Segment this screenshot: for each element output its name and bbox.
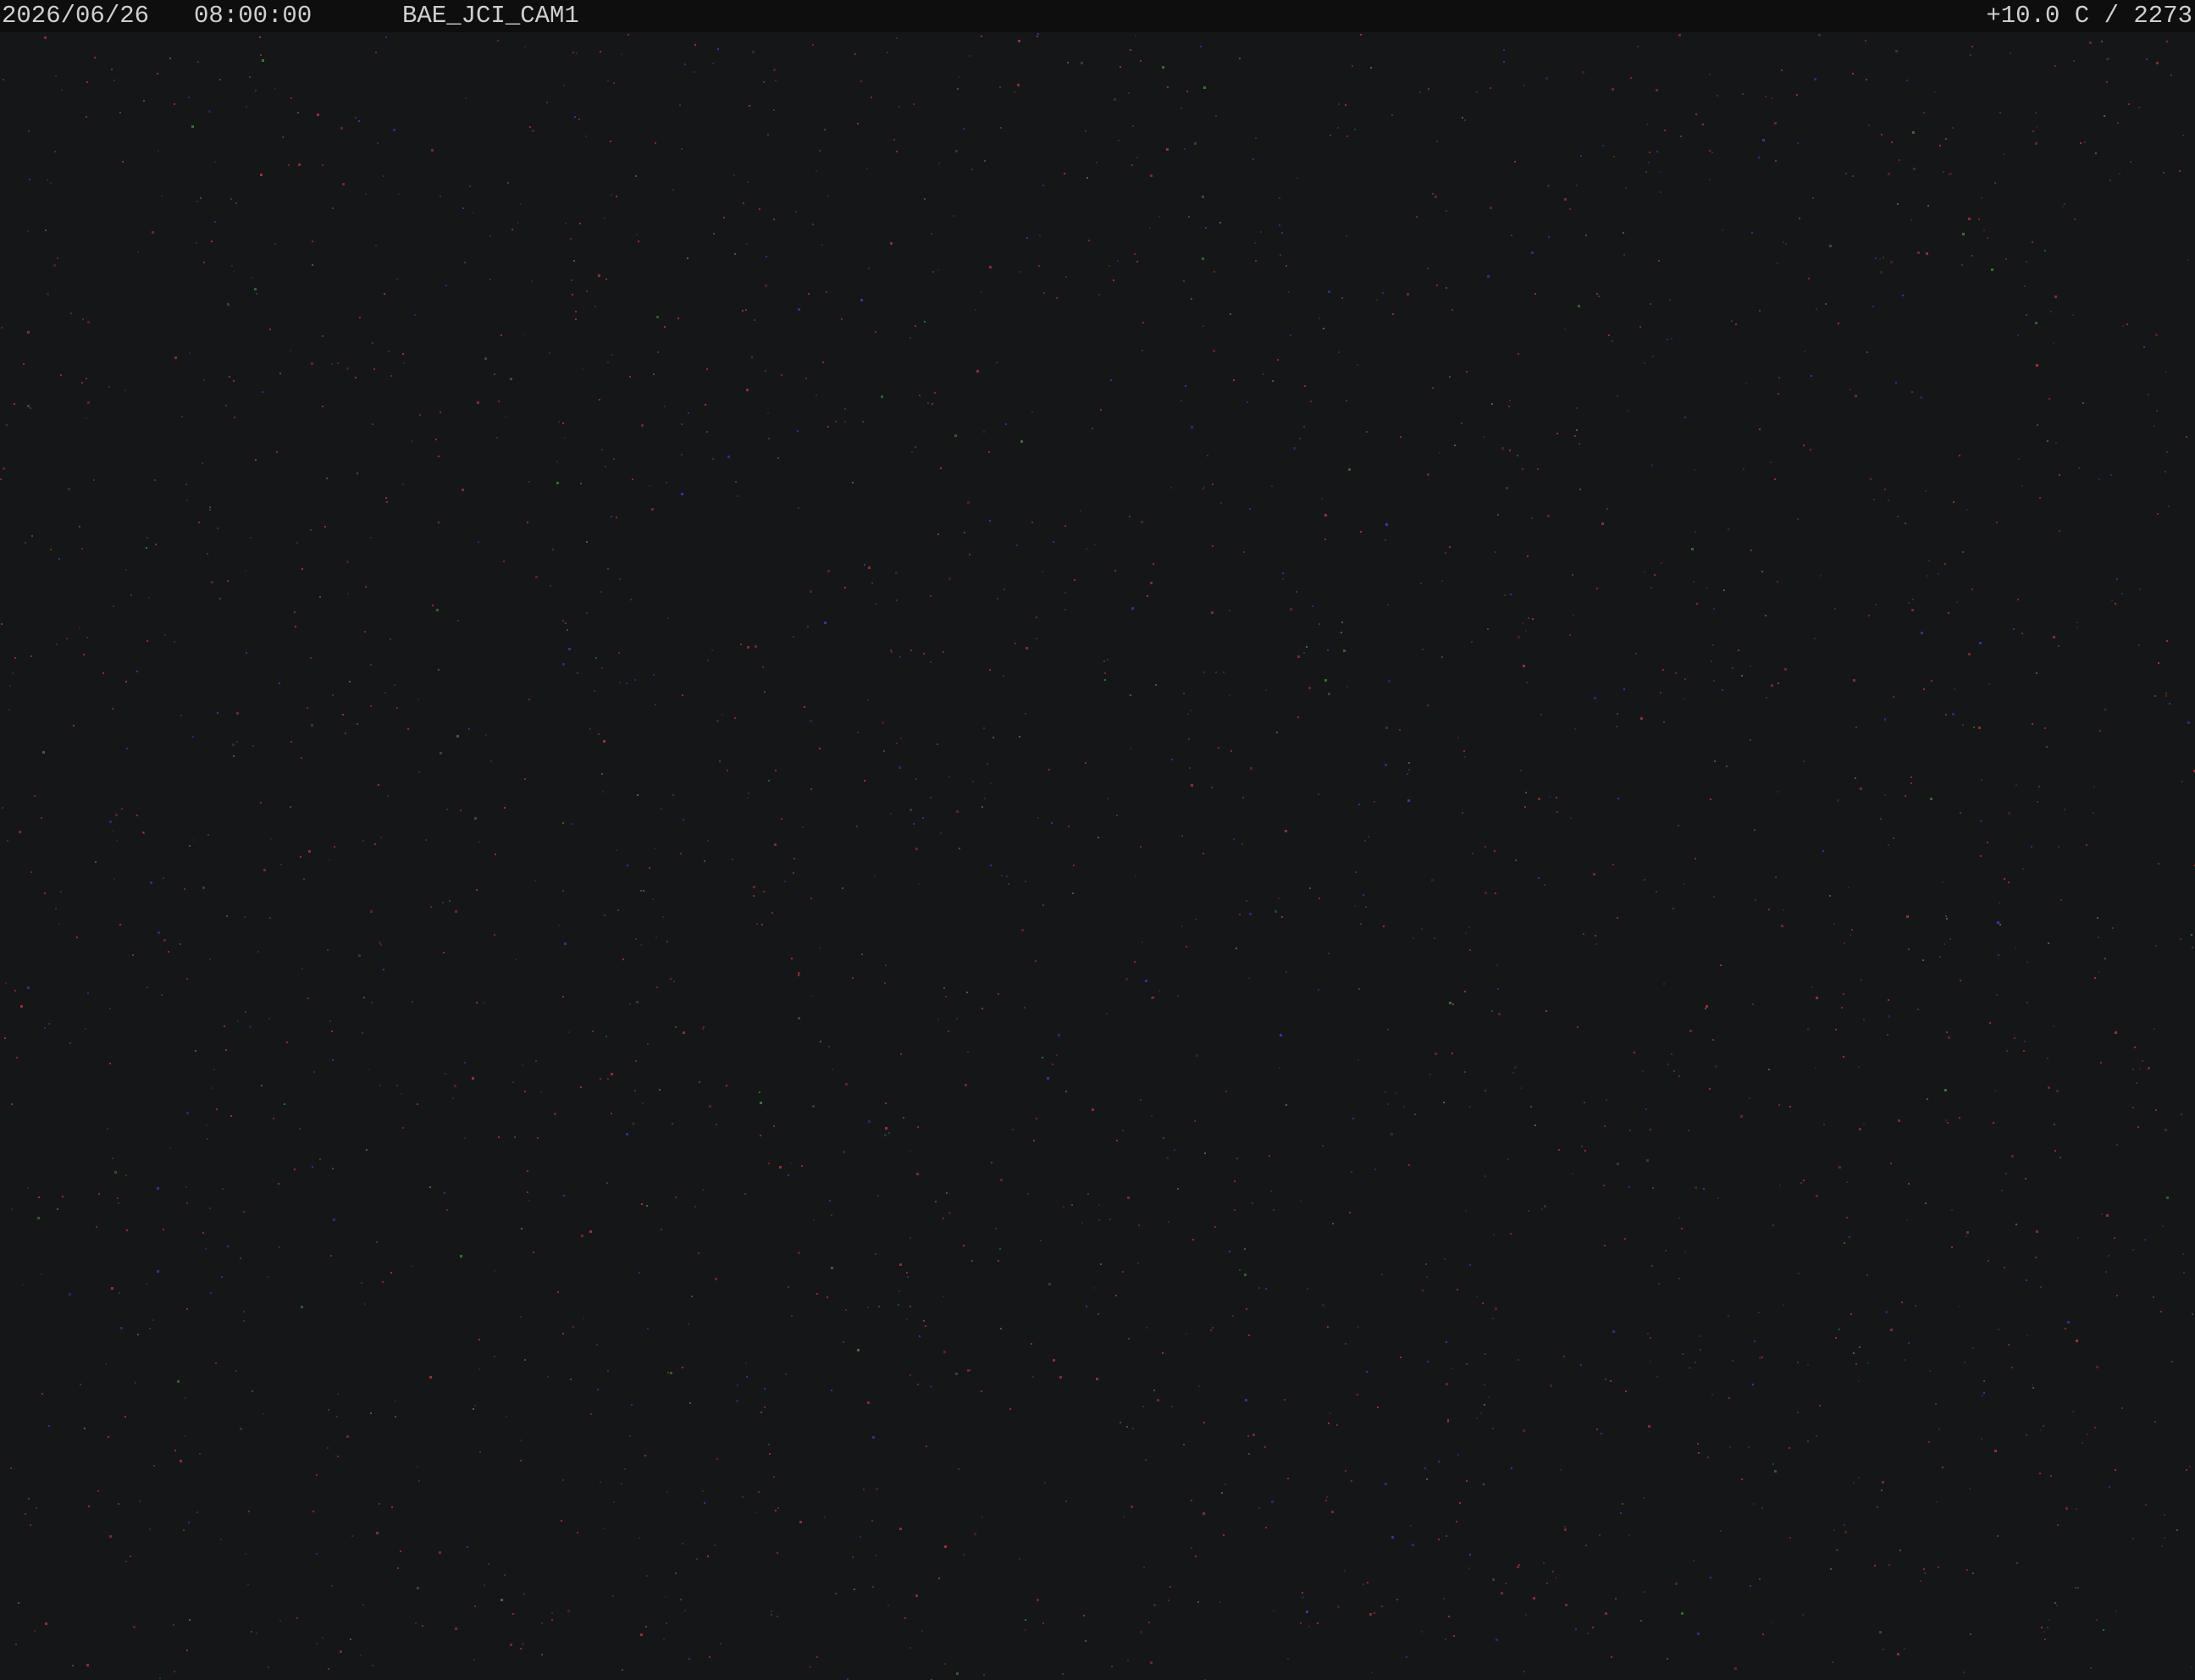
overlay-date: 2026/06/26	[2, 2, 150, 30]
overlay-time: 08:00:00	[194, 2, 312, 30]
overlay-sensor-readout: +10.0 C / 2273	[1986, 2, 2192, 30]
timestamp-overlay-bar	[0, 0, 2195, 32]
sensor-noise-layer	[0, 33, 2195, 1680]
camera-image-frame	[0, 32, 2195, 1680]
overlay-camera-id: BAE_JCI_CAM1	[402, 2, 579, 30]
